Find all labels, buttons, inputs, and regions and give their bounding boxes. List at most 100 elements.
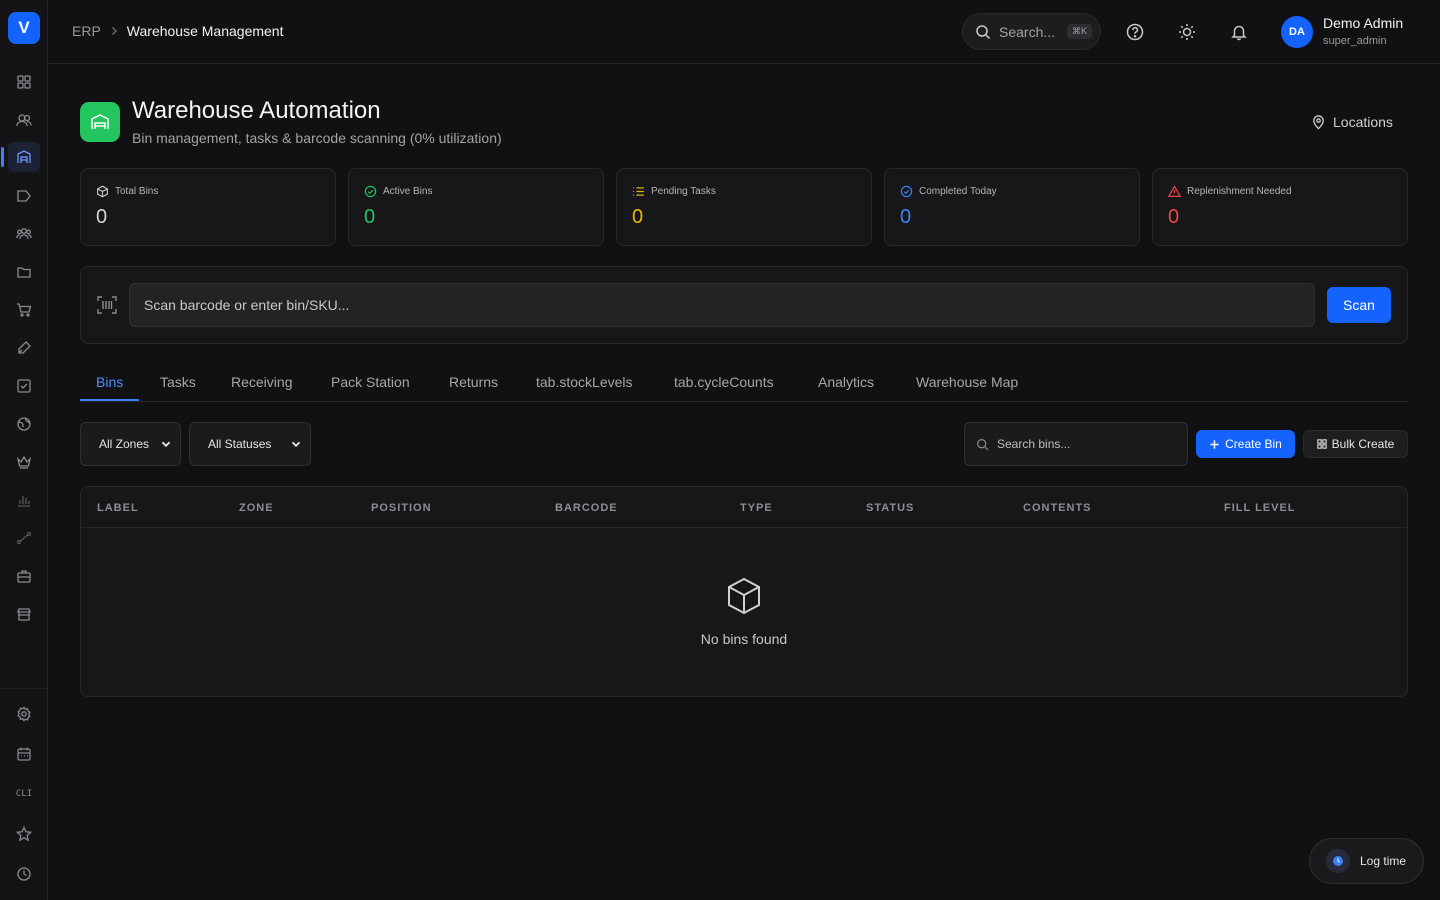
locations-label: Locations xyxy=(1333,114,1393,130)
empty-state-text: No bins found xyxy=(700,631,788,647)
column-header-type[interactable]: TYPE xyxy=(740,502,773,514)
barcode-input[interactable] xyxy=(129,283,1315,327)
stat-label: Active Bins xyxy=(383,186,433,197)
stat-value: 0 xyxy=(364,206,376,228)
zone-select[interactable]: All Zones xyxy=(80,422,181,466)
briefcase-icon[interactable] xyxy=(8,561,40,591)
tab-bins[interactable]: Bins xyxy=(96,374,123,390)
stat-label: Completed Today xyxy=(919,186,997,197)
barcode-scan-icon[interactable] xyxy=(97,296,117,314)
bell-icon[interactable] xyxy=(1228,21,1250,43)
timer-icon xyxy=(1326,849,1350,873)
page-subtitle: Bin management, tasks & barcode scanning… xyxy=(132,130,502,146)
column-header-zone[interactable]: ZONE xyxy=(239,502,274,514)
list-icon xyxy=(632,185,645,198)
chevron-right-icon xyxy=(109,26,119,36)
plus-icon xyxy=(1209,439,1220,450)
column-header-status[interactable]: STATUS xyxy=(866,502,914,514)
column-header-label[interactable]: LABEL xyxy=(97,502,139,514)
column-header-position[interactable]: POSITION xyxy=(371,502,432,514)
pen-icon[interactable] xyxy=(8,333,40,363)
stat-value: 0 xyxy=(1168,206,1180,228)
table-header: LABEL ZONE POSITION BARCODE TYPE STATUS … xyxy=(81,487,1407,528)
column-header-barcode[interactable]: BARCODE xyxy=(555,502,618,514)
tab-receiving[interactable]: Receiving xyxy=(231,374,292,390)
grid-icon xyxy=(1316,439,1327,449)
status-select-value: All Statuses xyxy=(208,437,272,451)
top-header: ERP Warehouse Management Search... ⌘K DA… xyxy=(48,0,1440,64)
breadcrumb: ERP Warehouse Management xyxy=(72,23,283,39)
map-pin-icon xyxy=(1311,114,1326,130)
tab-warehouse-map[interactable]: Warehouse Map xyxy=(916,374,1018,390)
route-icon[interactable] xyxy=(8,523,40,553)
box-icon xyxy=(96,185,109,198)
check-circle-icon xyxy=(364,185,377,198)
breadcrumb-current: Warehouse Management xyxy=(126,23,284,39)
users-icon[interactable] xyxy=(8,105,40,135)
app-logo[interactable]: V xyxy=(8,12,40,44)
settings-icon[interactable] xyxy=(8,699,40,729)
stat-card-completed-today: Completed Today 0 xyxy=(884,168,1140,246)
dashboard-icon[interactable] xyxy=(8,67,40,97)
sidebar: V CLI xyxy=(0,0,48,900)
folder-icon[interactable] xyxy=(8,257,40,287)
warehouse-icon xyxy=(80,102,120,142)
user-name[interactable]: Demo Admin xyxy=(1323,15,1403,31)
stat-value: 0 xyxy=(900,206,912,228)
stat-card-replenishment: Replenishment Needed 0 xyxy=(1152,168,1408,246)
stat-value: 0 xyxy=(632,206,644,228)
tab-stock-levels[interactable]: tab.stockLevels xyxy=(536,374,633,390)
cart-icon[interactable] xyxy=(8,295,40,325)
stat-value: 0 xyxy=(96,206,108,228)
help-icon[interactable] xyxy=(1124,21,1146,43)
crown-icon[interactable] xyxy=(8,447,40,477)
warehouse-icon[interactable] xyxy=(1,142,40,172)
log-time-button[interactable]: Log time xyxy=(1309,838,1424,884)
tag-icon[interactable] xyxy=(8,181,40,211)
create-bin-label: Create Bin xyxy=(1225,437,1282,451)
clock-icon[interactable] xyxy=(8,859,40,889)
zone-select-value: All Zones xyxy=(99,437,150,451)
chart-icon[interactable] xyxy=(8,485,40,515)
bins-table: LABEL ZONE POSITION BARCODE TYPE STATUS … xyxy=(80,486,1408,697)
column-header-contents[interactable]: CONTENTS xyxy=(1023,502,1092,514)
stat-label: Replenishment Needed xyxy=(1187,186,1292,197)
alert-triangle-icon xyxy=(1168,185,1181,198)
globe-icon[interactable] xyxy=(8,409,40,439)
bins-search[interactable] xyxy=(964,422,1188,466)
tab-analytics[interactable]: Analytics xyxy=(818,374,874,390)
cli-icon[interactable]: CLI xyxy=(8,779,40,809)
calendar-icon[interactable] xyxy=(8,739,40,769)
locations-button[interactable]: Locations xyxy=(1311,114,1393,130)
tab-returns[interactable]: Returns xyxy=(449,374,498,390)
active-tab-indicator xyxy=(80,399,139,401)
status-select[interactable]: All Statuses xyxy=(189,422,311,466)
tab-cycle-counts[interactable]: tab.cycleCounts xyxy=(674,374,774,390)
create-bin-button[interactable]: Create Bin xyxy=(1196,430,1295,458)
tab-pack-station[interactable]: Pack Station xyxy=(331,374,410,390)
stat-card-total-bins: Total Bins 0 xyxy=(80,168,336,246)
column-header-fill-level[interactable]: FILL LEVEL xyxy=(1224,502,1296,514)
badge-check-icon xyxy=(900,185,913,198)
search-icon xyxy=(976,438,989,451)
stat-label: Pending Tasks xyxy=(651,186,716,197)
tab-bar: Bins Tasks Receiving Pack Station Return… xyxy=(80,364,1408,402)
breadcrumb-root[interactable]: ERP xyxy=(72,23,101,39)
user-role: super_admin xyxy=(1323,35,1387,47)
bins-search-input[interactable] xyxy=(997,437,1167,451)
team-icon[interactable] xyxy=(8,219,40,249)
tab-tasks[interactable]: Tasks xyxy=(160,374,196,390)
checklist-icon[interactable] xyxy=(8,371,40,401)
page-title: Warehouse Automation xyxy=(132,97,381,124)
scan-button[interactable]: Scan xyxy=(1327,287,1391,323)
store-icon[interactable] xyxy=(8,599,40,629)
sun-icon[interactable] xyxy=(1176,21,1198,43)
star-icon[interactable] xyxy=(8,819,40,849)
sidebar-divider xyxy=(0,688,47,689)
global-search-placeholder: Search... xyxy=(999,23,1056,40)
scan-panel: Scan xyxy=(80,266,1408,344)
bulk-create-button[interactable]: Bulk Create xyxy=(1303,430,1408,458)
avatar[interactable]: DA xyxy=(1281,16,1313,48)
chevron-down-icon xyxy=(161,439,171,449)
global-search[interactable]: Search... ⌘K xyxy=(962,13,1101,50)
